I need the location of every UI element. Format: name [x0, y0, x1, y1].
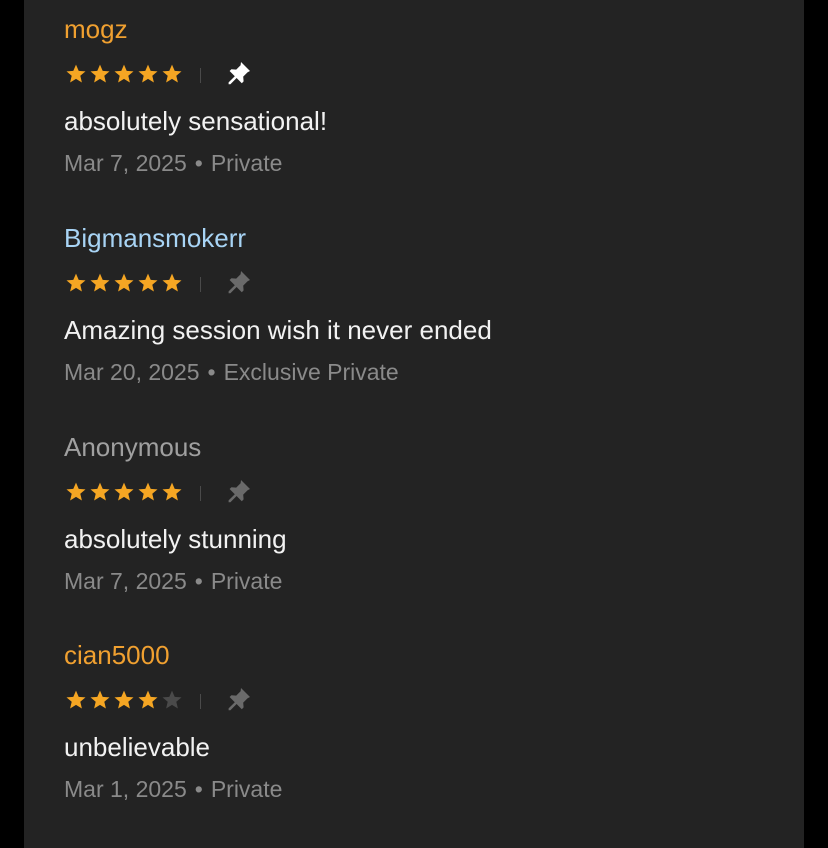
star-icon [90, 482, 110, 501]
star-icon [114, 482, 134, 501]
review-text: unbelievable [64, 732, 211, 762]
star-icon [162, 690, 182, 709]
meta-separator: • [194, 150, 203, 176]
review-meta: Mar 7, 2025 • Private [64, 149, 784, 177]
review-item: Anonymous absolutely stunning Mar 7, 202… [64, 432, 784, 595]
review-text: Amazing session wish it never ended [64, 315, 492, 345]
review-date: Mar 20, 2025 [64, 359, 200, 385]
divider [200, 694, 201, 709]
pushpin-icon[interactable] [222, 267, 254, 299]
reviewer-name[interactable]: cian5000 [64, 640, 784, 670]
star-icon [66, 273, 86, 292]
star-icon [90, 64, 110, 83]
review-meta: Mar 7, 2025 • Private [64, 567, 784, 595]
review-item: Bigmansmokerr Amazing session wish it ne… [64, 223, 784, 386]
session-type: Private [210, 150, 283, 176]
review-item: cian5000 unbelievable Mar 1, 2025 • Privat… [64, 640, 784, 803]
reviewer-name[interactable]: Bigmansmokerr [64, 223, 784, 253]
review-date: Mar 1, 2025 [64, 776, 187, 802]
review-text: absolutely stunning [64, 524, 287, 554]
meta-separator: • [194, 568, 203, 594]
rating-row [64, 480, 784, 510]
star-icon [138, 690, 158, 709]
star-icon [66, 690, 86, 709]
review-meta: Mar 20, 2025 • Exclusive Private [64, 358, 784, 386]
star-rating [64, 62, 184, 86]
pushpin-icon[interactable] [222, 684, 254, 716]
star-icon [114, 690, 134, 709]
star-icon [138, 273, 158, 292]
session-type: Private [210, 776, 283, 802]
review-text: absolutely sensational! [64, 106, 328, 136]
star-icon [66, 64, 86, 83]
reviewer-name[interactable]: Anonymous [64, 432, 784, 462]
review-date: Mar 7, 2025 [64, 568, 187, 594]
pushpin-icon[interactable] [222, 58, 254, 90]
rating-row [64, 62, 784, 92]
session-type: Exclusive Private [223, 359, 399, 385]
star-icon [138, 64, 158, 83]
review-item: mogz absolutely sensational! Mar 7, 2025… [64, 14, 784, 177]
star-icon [114, 273, 134, 292]
session-type: Private [210, 568, 283, 594]
star-icon [90, 690, 110, 709]
divider [200, 486, 201, 501]
rating-row [64, 688, 784, 718]
star-rating [64, 688, 184, 712]
star-icon [114, 64, 134, 83]
star-icon [162, 482, 182, 501]
star-icon [90, 273, 110, 292]
meta-separator: • [207, 359, 216, 385]
star-icon [66, 482, 86, 501]
pushpin-icon[interactable] [222, 476, 254, 508]
star-icon [162, 273, 182, 292]
star-icon [162, 64, 182, 83]
star-rating [64, 271, 184, 295]
divider [200, 277, 201, 292]
review-date: Mar 7, 2025 [64, 150, 187, 176]
meta-separator: • [194, 776, 203, 802]
star-icon [138, 482, 158, 501]
star-rating [64, 480, 184, 504]
review-meta: Mar 1, 2025 • Private [64, 775, 784, 803]
rating-row [64, 271, 784, 301]
reviewer-name[interactable]: mogz [64, 14, 784, 44]
divider [200, 68, 201, 83]
